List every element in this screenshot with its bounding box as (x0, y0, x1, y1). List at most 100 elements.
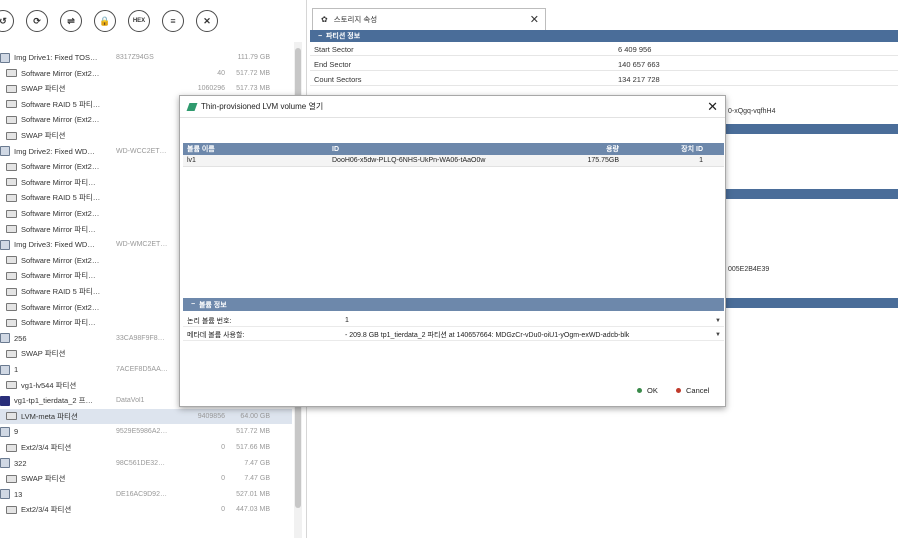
disk-icon (0, 52, 10, 63)
tree-item-disk[interactable]: Img Drive1: Fixed TOS… 8317Z94GS 111.79 GB (0, 50, 292, 65)
tree-item-num: 9409856 (197, 412, 225, 420)
tree-item-id: 8317Z94GS (116, 54, 154, 61)
tree-item-name: 322 (14, 458, 27, 468)
tree-item-size: 517.72 MB (236, 69, 270, 77)
tree-item-num: 1060296 (197, 85, 225, 93)
logical-volume-number-row[interactable]: 논리 볼륨 번호: 1 ▼ (183, 315, 724, 327)
table-row[interactable]: lv1 DooH06-x5dw-PLLQ-6NHS-UkPn-WA06-tAaO… (183, 155, 724, 167)
partition-icon (6, 412, 17, 421)
tree-item-id: 7ACEF8D5AA… (116, 366, 168, 373)
partition-icon (6, 193, 17, 202)
tree-item-size: 64.00 GB (240, 412, 270, 420)
tree-item-name: LVM-meta 파티션 (21, 411, 78, 421)
tree-item-partition[interactable]: Ext2/3/4 파티션 0 517.66 MB (0, 440, 292, 455)
tree-item-size: 517.73 MB (236, 85, 270, 93)
tree-item-num: 0 (221, 475, 225, 483)
tree-item-size: 517.72 MB (236, 428, 270, 436)
refresh-icon[interactable]: ⟳ (26, 10, 48, 32)
disk-icon (0, 458, 10, 469)
partition-icon (6, 256, 17, 265)
tree-item-id: WD-WCC2ET… (116, 147, 167, 155)
logical-volume-number-select[interactable]: 1 (343, 317, 712, 324)
lvm-icon (186, 102, 198, 111)
tree-item-partition[interactable]: Ext2/3/4 파티션 0 447.03 MB (0, 502, 292, 517)
partition-icon (6, 178, 17, 187)
close-icon[interactable]: ✕ (196, 10, 218, 32)
prop-row-count-sectors: Count Sectors 134 217 728 (310, 74, 898, 86)
tab-close-icon[interactable]: ✕ (530, 13, 539, 26)
tree-item-name: Software Mirror 파티… (21, 318, 96, 328)
tree-item-num: 0 (221, 444, 225, 451)
partition-icon (6, 505, 17, 514)
partition-icon (6, 209, 17, 218)
ok-icon (637, 387, 642, 393)
tree-item-id: 98C561DE32… (116, 459, 166, 467)
tree-item-id: WD-WMC2ET… (116, 241, 168, 249)
tree-item-name: SWAP 파티션 (21, 474, 66, 484)
tree-item-name: SWAP 파티션 (21, 84, 66, 94)
section-volume-info[interactable]: − 볼륨 정보 (183, 298, 724, 311)
open-icon[interactable]: ↺ (0, 10, 14, 32)
tree-item-name: Software RAID 5 파티… (21, 287, 101, 296)
col-header-size[interactable]: 용량 (528, 144, 623, 154)
metadata-volume-select[interactable]: - 209.8 GB tp1_tierdata_2 파티션 at 1406576… (343, 330, 712, 340)
tree-item-size: 527.01 MB (236, 490, 270, 498)
disk-icon (0, 239, 10, 250)
dialog-titlebar[interactable]: Thin-provisioned LVM volume 열기 ✕ (180, 96, 725, 118)
tree-item-partition[interactable]: Software Mirror (Ext2… 40 517.72 MB (0, 66, 292, 81)
tree-item-name: Software Mirror (Ext2… (21, 162, 100, 172)
tree-item-id: 33CA98F9F8… (116, 334, 165, 342)
cell-size: 175.75GB (587, 157, 619, 164)
tree-item-partition[interactable]: LVM-meta 파티션 9409856 64.00 GB (0, 408, 292, 424)
tab-label: 스토리지 속성 (333, 15, 378, 24)
tree-item-partition[interactable]: SWAP 파티션 1060296 517.73 MB (0, 81, 292, 96)
tree-item-size: 7.47 GB (244, 459, 270, 467)
partition-icon (6, 131, 17, 140)
dropdown-arrow-icon[interactable]: ▼ (712, 332, 724, 338)
link-icon[interactable]: ⇌ (60, 10, 82, 32)
lock-icon[interactable]: 🔒 (94, 10, 116, 32)
col-header-name[interactable]: 볼륨 이름 (183, 144, 328, 154)
collapse-icon: − (191, 301, 199, 308)
tree-item-name: Software Mirror (Ext2… (21, 209, 100, 218)
tree-item-size: 111.79 GB (237, 54, 270, 61)
field-label: 논리 볼륨 번호: (187, 317, 232, 325)
prop-label: Start Sector (314, 45, 354, 54)
partition-icon (6, 474, 17, 483)
tree-item-partition[interactable]: SWAP 파티션 0 7.47 GB (0, 471, 292, 486)
section-partition-info[interactable]: − 파티션 정보 (310, 30, 898, 42)
tree-item-id: DataVol1 (116, 397, 145, 405)
tab-storage-properties[interactable]: ✿ 스토리지 속성 ✕ (312, 8, 546, 30)
tree-item-name: Ext2/3/4 파티션 (21, 505, 72, 515)
tree-item-name: Img Drive3: Fixed WD… (14, 240, 95, 250)
partition-icon (6, 318, 17, 327)
dialog-close-icon[interactable]: ✕ (707, 99, 718, 115)
tree-item-disk[interactable]: 322 98C561DE32… 7.47 GB (0, 456, 292, 471)
cancel-button[interactable]: Cancel (676, 384, 709, 396)
tree-item-disk[interactable]: 13 DE16AC9D92… 527.01 MB (0, 487, 292, 502)
tree-item-name: 13 (14, 489, 23, 499)
prop-label: End Sector (314, 60, 352, 69)
prop-value: 134 217 728 (618, 75, 660, 84)
partition-icon (6, 69, 17, 78)
volume-icon (0, 395, 10, 406)
prop-row-end-sector: End Sector 140 657 663 (310, 59, 898, 71)
disk-icon (0, 489, 10, 500)
tree-item-name: vg1-lv544 파티션 (21, 380, 77, 390)
list-icon[interactable]: ≡ (162, 10, 184, 32)
ok-button[interactable]: OK (637, 384, 658, 396)
metadata-volume-row[interactable]: 메타데 볼륨 사용할: - 209.8 GB tp1_tierdata_2 파티… (183, 329, 724, 341)
tree-item-size: 447.03 MB (236, 506, 270, 514)
collapse-icon: − (318, 32, 326, 40)
tree-item-name: Software Mirror 파티… (21, 224, 96, 234)
cell-id: DooH06-x5dw-PLLQ-6NHS-UkPn-WA06-tAaO0w (332, 157, 486, 164)
tree-item-disk[interactable]: 9 9529E5986A2… 517.72 MB (0, 424, 292, 439)
tree-item-name: Ext2/3/4 파티션 (21, 443, 72, 452)
col-header-device-id[interactable]: 장치 ID (623, 144, 723, 154)
dropdown-arrow-icon[interactable]: ▼ (712, 318, 724, 324)
tree-item-num: 40 (217, 69, 225, 77)
tree-item-id: 9529E5986A2… (116, 428, 168, 436)
partition-icon (6, 100, 17, 109)
col-header-id[interactable]: ID (328, 146, 528, 153)
hex-icon[interactable]: HEX (128, 10, 150, 32)
